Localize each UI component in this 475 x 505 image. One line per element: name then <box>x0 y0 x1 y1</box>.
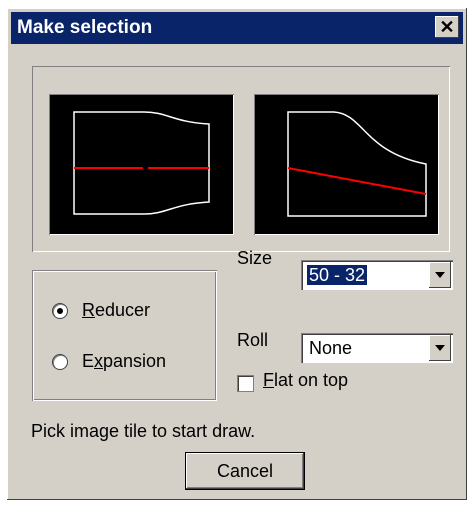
dialog-title: Make selection <box>17 17 153 38</box>
checkbox-icon <box>237 375 254 392</box>
type-group: Reducer Expansion <box>32 270 217 401</box>
roll-combo[interactable]: None <box>301 333 453 363</box>
expansion-label: Expansion <box>82 351 167 371</box>
preview-frame <box>32 66 450 252</box>
cancel-button[interactable]: Cancel <box>185 452 305 490</box>
radio-checked-icon <box>52 302 68 319</box>
eccentric-shape-icon <box>287 111 427 217</box>
reducer-radio[interactable]: Reducer <box>52 300 150 321</box>
close-icon: ✕ <box>439 17 455 37</box>
reducer-image-tile[interactable] <box>49 94 234 235</box>
chevron-down-icon[interactable] <box>429 335 451 361</box>
status-text: Pick image tile to start draw. <box>31 421 256 441</box>
eccentric-image-tile[interactable] <box>254 94 439 235</box>
title-bar: Make selection ✕ <box>11 12 463 44</box>
reducer-shape-icon <box>73 111 210 215</box>
size-value: 50 - 32 <box>305 264 369 286</box>
make-selection-dialog: Make selection ✕ Reducer Expansion Size … <box>7 8 467 500</box>
roll-label: Roll <box>237 330 269 350</box>
size-label: Size <box>237 248 273 268</box>
roll-value: None <box>309 338 353 358</box>
reducer-label: Reducer <box>82 300 151 320</box>
expansion-radio[interactable]: Expansion <box>52 351 166 372</box>
flat-on-top-label: Flat on top <box>263 370 349 390</box>
chevron-down-icon[interactable] <box>429 262 451 288</box>
close-button[interactable]: ✕ <box>435 16 459 38</box>
radio-unchecked-icon <box>52 353 68 370</box>
size-combo[interactable]: 50 - 32 <box>301 260 453 290</box>
